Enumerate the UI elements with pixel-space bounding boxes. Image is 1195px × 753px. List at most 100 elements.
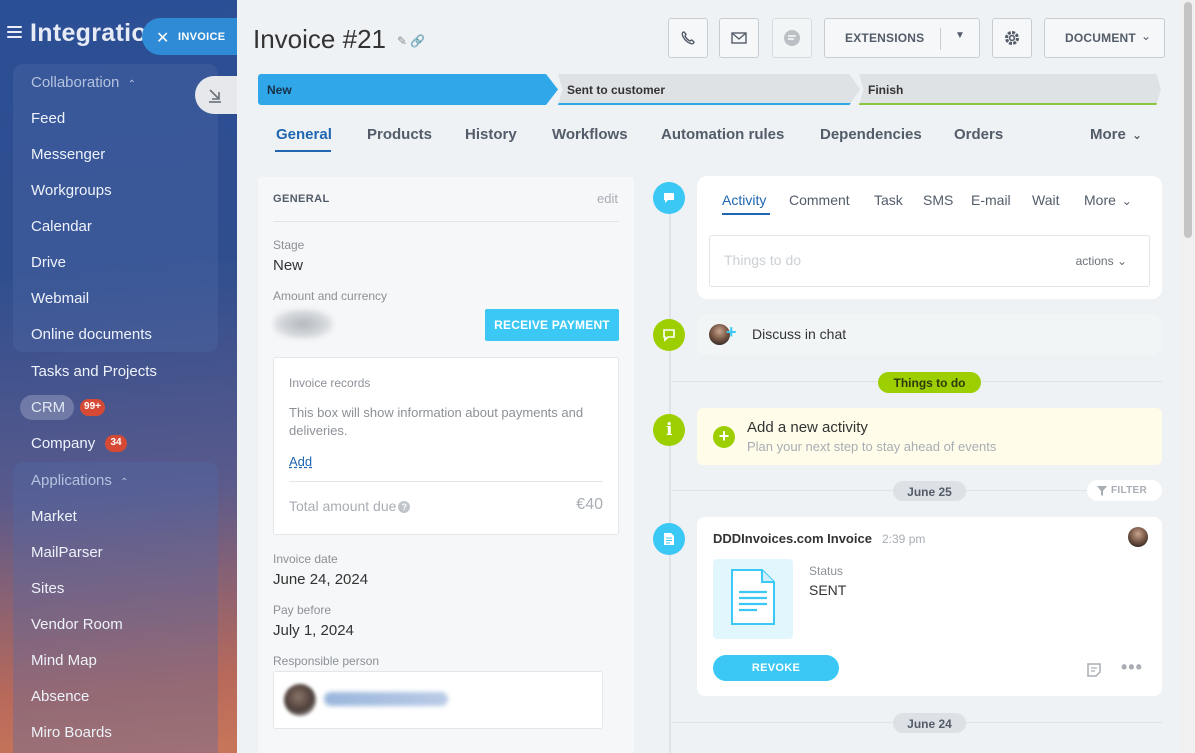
tab-workflows[interactable]: Workflows [552,126,628,143]
scrollbar-thumb[interactable] [1184,2,1192,238]
mail-icon [731,32,747,44]
more-options-icon[interactable]: ••• [1121,657,1143,678]
responsible-person-field[interactable] [273,671,603,729]
close-invoice-tab[interactable]: ✕ INVOICE [142,18,238,55]
activity-editor: Activity Comment Task SMS E-mail Wait Mo… [697,176,1162,299]
sidebar-item-messenger[interactable]: Messenger [31,146,105,163]
stage-new[interactable]: New [258,74,558,105]
sidebar-item-mind-map[interactable]: Mind Map [31,652,97,669]
message-button[interactable] [772,18,812,58]
chat-timeline-dot [653,319,685,351]
stage-finish[interactable]: Finish [859,74,1161,105]
email-button[interactable] [719,18,759,58]
caret-down-icon[interactable]: ▼ [955,30,965,41]
portal-title[interactable]: Integratio [30,19,147,48]
activity-tab-comment[interactable]: Comment [789,192,850,208]
extensions-button[interactable]: EXTENSIONS ▼ [824,18,980,58]
chevron-down-icon: ⌄ [1121,194,1132,208]
note-icon[interactable] [1086,662,1102,678]
page-scrollbar[interactable] [1181,0,1195,753]
tab-orders[interactable]: Orders [954,126,1003,143]
chevron-down-icon: ⌄ [1132,128,1143,142]
filter-button[interactable]: FILTER [1087,480,1162,501]
sidebar-item-tasks-projects[interactable]: Tasks and Projects [31,363,157,380]
document-button[interactable]: DOCUMENT ⌄ [1044,18,1165,58]
discuss-in-chat-card[interactable]: + Discuss in chat [697,314,1162,355]
tab-dependencies[interactable]: Dependencies [820,126,922,143]
date-separator: June 25 [893,481,966,501]
sidebar-item-sites[interactable]: Sites [31,580,64,597]
info-timeline-dot: i [653,414,685,446]
help-icon[interactable]: ? [398,501,411,513]
total-amount-due: Total amount due? [289,498,411,514]
invoice-document-event: DDDInvoices.com Invoice 2:39 pm Status S… [697,517,1162,696]
tab-automation-rules[interactable]: Automation rules [661,126,784,143]
sidebar-item-vendor-room[interactable]: Vendor Room [31,616,123,633]
add-activity-card[interactable]: + Add a new activity Plan your next step… [697,408,1162,465]
funnel-icon [1097,486,1107,496]
tab-products[interactable]: Products [367,126,432,143]
tab-more[interactable]: More ⌄ [1090,126,1142,143]
add-participant-icon[interactable]: + [726,322,737,343]
date-separator: June 24 [893,713,966,733]
settings-button[interactable] [992,18,1032,58]
invoice-tab-label: INVOICE [178,31,226,43]
section-heading: GENERAL [273,193,330,205]
pay-before-value: July 1, 2024 [273,622,354,639]
sidebar-item-market[interactable]: Market [31,508,77,525]
document-event-title[interactable]: DDDInvoices.com Invoice [713,531,872,546]
things-to-do-input[interactable]: Things to do actions ⌄ [709,235,1150,287]
collaboration-group: Collaboration ⌃ [13,64,218,352]
activity-tab-email[interactable]: E-mail [971,192,1011,208]
sidebar-item-workgroups[interactable]: Workgroups [31,182,112,199]
avatar[interactable] [1128,527,1148,547]
sidebar-item-drive[interactable]: Drive [31,254,66,271]
sidebar-item-absence[interactable]: Absence [31,688,89,705]
amount-value-blurred [273,309,333,339]
edit-link[interactable]: edit [597,191,618,206]
sidebar-item-online-documents[interactable]: Online documents [31,326,152,343]
link-icon[interactable]: 🔗 [410,34,425,48]
sidebar-item-mailparser[interactable]: MailParser [31,544,103,561]
activity-tab-activity[interactable]: Activity [722,192,766,208]
applications-group-title[interactable]: Applications ⌃ [31,472,128,489]
activity-tab-sms[interactable]: SMS [923,192,953,208]
sidebar-item-company[interactable]: Company [31,435,95,452]
pencil-icon[interactable]: ✎ [397,34,407,48]
actions-dropdown[interactable]: actions ⌄ [1076,254,1127,268]
call-button[interactable] [668,18,708,58]
tab-general[interactable]: General [276,126,332,143]
file-icon [731,569,775,625]
sidebar-item-feed[interactable]: Feed [31,110,65,127]
close-icon: ✕ [156,30,170,47]
activity-tab-wait[interactable]: Wait [1032,192,1059,208]
invoice-date-value: June 24, 2024 [273,571,369,588]
menu-icon[interactable] [7,26,22,38]
sidebar-item-miro-boards[interactable]: Miro Boards [31,724,112,741]
status-label: Status [809,564,844,578]
invoice-records-title: Invoice records [289,376,371,390]
add-record-link[interactable]: Add [289,454,312,469]
invoice-date-label: Invoice date [273,552,338,566]
tab-history[interactable]: History [465,126,517,143]
total-amount-value: €40 [576,496,603,513]
document-icon [664,533,674,545]
document-thumbnail[interactable] [713,559,793,639]
sidebar-item-calendar[interactable]: Calendar [31,218,92,235]
company-counter-badge: 34 [105,435,127,452]
sidebar-item-crm[interactable]: CRM [20,395,74,420]
sidebar-item-webmail[interactable]: Webmail [31,290,89,307]
activity-tab-more[interactable]: More ⌄ [1084,192,1132,208]
stage-sent-to-customer[interactable]: Sent to customer [558,74,860,105]
page-title: Invoice #21 [253,24,386,54]
comment-icon [664,193,674,203]
collaboration-group-title[interactable]: Collaboration ⌃ [31,74,136,91]
add-activity-title: Add a new activity [747,419,868,436]
responsible-name-blurred [324,692,448,706]
minimize-slider-button[interactable] [195,76,237,114]
receive-payment-button[interactable]: RECEIVE PAYMENT [485,309,619,341]
stage-label: Stage [273,238,305,252]
revoke-button[interactable]: REVOKE [713,655,839,681]
activity-tab-task[interactable]: Task [874,192,903,208]
chevron-up-icon: ⌃ [127,79,136,90]
